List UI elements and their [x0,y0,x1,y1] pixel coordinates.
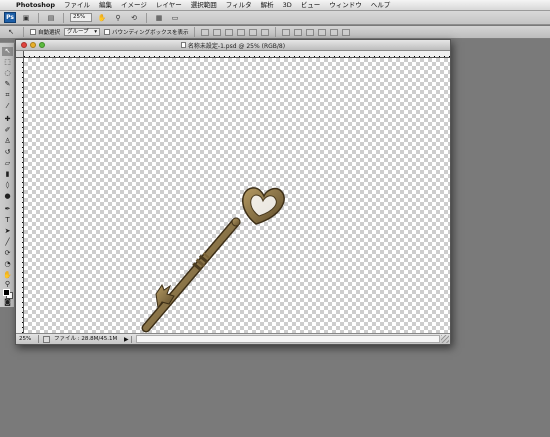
dodge-tool-icon[interactable]: ● [2,192,13,201]
move-tool-icon[interactable]: ↖ [2,47,13,56]
marquee-tool-icon[interactable]: ⬚ [2,58,13,67]
menu-app-name[interactable]: Photoshop [16,0,55,10]
toolbar-separator [38,12,39,23]
eyedropper-tool-icon[interactable]: ⁄ [2,102,13,111]
close-icon[interactable] [21,42,27,48]
distribute-top-icon[interactable] [282,28,291,36]
3d-orbit-tool-icon[interactable]: ◔ [2,260,13,269]
align-right-icon[interactable] [261,28,270,36]
toolbar-separator [63,12,64,23]
window-controls [21,42,45,48]
gradient-tool-icon[interactable]: ▮ [2,170,13,179]
zoom-window-icon[interactable] [39,42,45,48]
antique-key [141,187,285,333]
menu-edit[interactable]: 編集 [99,0,112,10]
toolbar-separator [194,27,196,37]
hand-icon[interactable]: ✋ [2,271,13,280]
menu-view[interactable]: ビュー [301,0,321,10]
chevron-down-icon: ▾ [94,29,98,35]
lasso-tool-icon[interactable]: ◌ [2,69,13,78]
photoshop-logo[interactable]: Ps [4,12,16,23]
menu-help[interactable]: ヘルプ [371,0,391,10]
shape-tool-icon[interactable]: ╱ [2,238,13,247]
type-tool-icon[interactable]: T [2,216,13,225]
align-top-icon[interactable] [201,28,210,36]
resize-handle-icon[interactable] [441,335,449,343]
screen-mode-icon[interactable]: ▭ [169,13,181,23]
distribute-left-icon[interactable] [318,28,327,36]
zoom-icon[interactable]: ⚲ [2,280,13,289]
minimize-icon[interactable] [30,42,36,48]
distribute-middle-icon[interactable] [294,28,303,36]
document-file-icon [180,42,186,48]
foreground-color-swatch[interactable] [3,289,10,296]
toolbar-separator [275,27,277,37]
tools-panel: ↖ ⬚ ◌ ✎ ⌗ ⁄ ✚ ✐ ♙ ↺ ▱ ▮ ◊ ● ✒ T ➤ ╱ ⟳ ◔ … [0,42,15,307]
zoom-icon[interactable]: ⚲ [112,13,124,23]
align-middle-icon[interactable] [213,28,222,36]
checkbox-box[interactable] [30,29,36,35]
status-preview-icon[interactable] [43,335,50,343]
show-bounding-box-checkbox[interactable]: バウンディングボックスを表示 [104,28,188,36]
align-center-icon[interactable] [249,28,258,36]
canvas[interactable] [24,58,450,333]
vertical-ruler[interactable] [16,58,24,333]
toolbar-separator [23,27,24,37]
menu-window[interactable]: ウィンドウ [329,0,362,10]
auto-select-label: 自動選択 [38,30,61,36]
rotate-view-icon[interactable]: ⟲ [128,13,140,23]
document-status-bar: 25% ファイル : 28.8M/45.1M ▶ [16,333,450,344]
menu-3d[interactable]: 3D [283,0,292,10]
crop-tool-icon[interactable]: ⌗ [2,91,13,100]
clone-stamp-tool-icon[interactable]: ♙ [2,137,13,146]
path-selection-tool-icon[interactable]: ➤ [2,227,13,236]
document-title-text: 名称未設定-1.psd @ 25% (RGB/8) [187,42,286,50]
healing-brush-tool-icon[interactable]: ✚ [2,115,13,124]
ruler-origin[interactable] [16,51,24,58]
menu-image[interactable]: イメージ [121,0,147,10]
view-extras-icon[interactable]: ▤ [45,13,57,23]
menu-file[interactable]: ファイル [64,0,90,10]
checkbox-box[interactable] [104,29,111,35]
pen-tool-icon[interactable]: ✒ [2,205,13,214]
menu-layer[interactable]: レイヤー [156,0,182,10]
align-left-icon[interactable] [237,28,246,36]
3d-rotate-tool-icon[interactable]: ⟳ [2,249,13,258]
menu-bar: Photoshop ファイル 編集 イメージ レイヤー 選択範囲 フィルタ 解析… [0,0,550,11]
menu-analysis[interactable]: 解析 [261,0,274,10]
application-bar: Ps ▣ ▤ 25% ✋ ⚲ ⟲ ▦ ▭ [0,11,550,25]
align-bottom-icon[interactable] [225,28,234,36]
status-document-size: ファイル : 28.8M/45.1M [54,336,118,342]
document-title: 名称未設定-1.psd @ 25% (RGB/8) [180,41,286,50]
menu-filter[interactable]: フィルタ [226,0,252,10]
eraser-tool-icon[interactable]: ▱ [2,159,13,168]
horizontal-ruler[interactable] [24,51,450,58]
blur-tool-icon[interactable]: ◊ [2,181,13,190]
menu-select[interactable]: 選択範囲 [191,0,217,10]
quick-select-tool-icon[interactable]: ✎ [2,80,13,89]
document-titlebar[interactable]: 名称未設定-1.psd @ 25% (RGB/8) [16,40,450,51]
bridge-icon[interactable]: ▣ [20,13,32,23]
toolbar-separator [146,12,147,23]
show-bounding-box-label: バウンディングボックスを表示 [112,30,189,36]
options-bar: ↖ 自動選択 グループ ▾ バウンディングボックスを表示 [0,26,550,39]
move-tool-icon[interactable]: ↖ [5,27,17,37]
distribute-center-icon[interactable] [330,28,339,36]
auto-select-target-value: グループ [67,29,89,35]
arrange-documents-icon[interactable]: ▦ [153,13,165,23]
history-brush-tool-icon[interactable]: ↺ [2,148,13,157]
status-menu-arrow-icon[interactable]: ▶ [124,335,132,343]
distribute-right-icon[interactable] [342,28,351,36]
auto-select-target-dropdown[interactable]: グループ ▾ [64,28,101,36]
brush-tool-icon[interactable]: ✐ [2,126,13,135]
document-window: 名称未設定-1.psd @ 25% (RGB/8) 25% ファイル: 28.… [15,39,451,345]
auto-select-checkbox[interactable]: 自動選択 [30,28,60,36]
quick-mask-icon[interactable]: ◙ [2,298,13,307]
distribute-bottom-icon[interactable] [306,28,315,36]
status-zoom-level[interactable]: 25% [19,335,39,343]
zoom-level-field[interactable]: 25% [70,13,92,22]
key-image [141,187,285,333]
horizontal-scrollbar[interactable] [135,335,440,343]
hand-icon[interactable]: ✋ [96,13,108,23]
